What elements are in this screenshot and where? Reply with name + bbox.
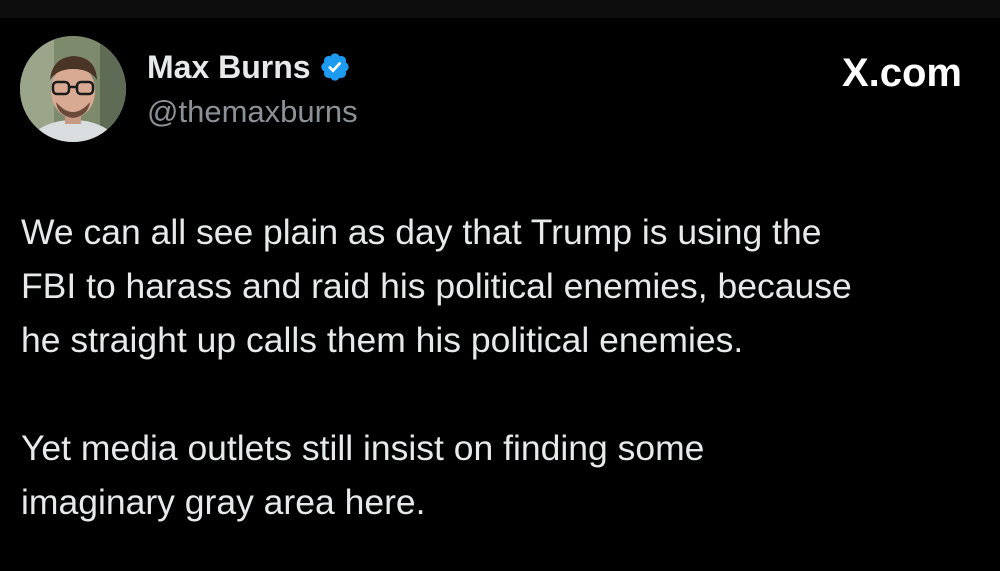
avatar-photo [20, 36, 126, 142]
tweet-line: We can all see plain as day that Trump i… [21, 212, 822, 252]
author-handle[interactable]: @themaxburns [147, 94, 358, 130]
brand-logo: X.com [841, 51, 962, 95]
tweet-paragraph: We can all see plain as day that Trump i… [21, 205, 986, 367]
avatar[interactable] [20, 36, 126, 142]
tweet-line: FBI to harass and raid his political ene… [21, 266, 852, 306]
verified-badge-icon [319, 51, 351, 83]
tweet-text: We can all see plain as day that Trump i… [21, 205, 986, 529]
top-strip [0, 0, 1000, 18]
tweet-line: he straight up calls them his political … [21, 320, 744, 360]
tweet-card: Max Burns @themaxburns X.com We can all … [0, 18, 1000, 571]
tweet-paragraph: Yet media outlets still insist on findin… [21, 421, 986, 529]
tweet-line: imaginary gray area here. [21, 482, 426, 522]
tweet-line: Yet media outlets still insist on findin… [21, 428, 705, 468]
author-display-name[interactable]: Max Burns [147, 48, 311, 86]
author-name-row: Max Burns [147, 48, 351, 86]
